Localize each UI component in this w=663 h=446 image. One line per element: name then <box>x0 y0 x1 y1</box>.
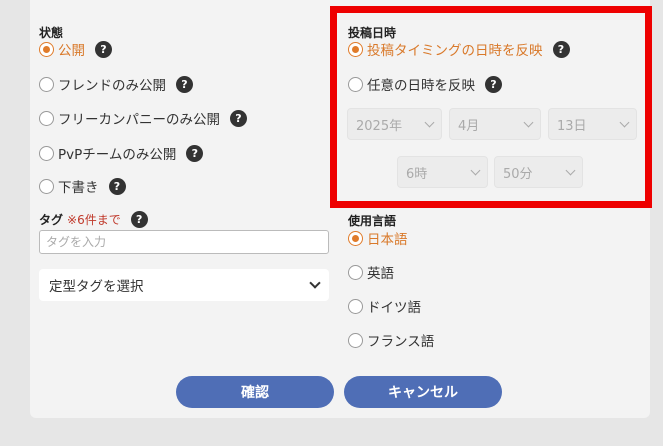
preset-tag-select[interactable]: 定型タグを選択 <box>39 269 329 301</box>
tag-label: タグ <box>39 213 64 227</box>
status-option-public[interactable]: 公開 ? <box>39 38 112 60</box>
radio-icon[interactable] <box>39 76 54 92</box>
tag-input[interactable] <box>39 230 329 254</box>
highlight-box <box>330 6 652 208</box>
cancel-button[interactable]: キャンセル <box>344 376 502 408</box>
radio-icon[interactable] <box>348 264 363 280</box>
help-icon[interactable]: ? <box>130 211 148 228</box>
help-icon[interactable]: ? <box>108 177 126 195</box>
help-icon[interactable]: ? <box>95 40 112 58</box>
status-option-pvp-team[interactable]: PvPチームのみ公開 ? <box>39 142 204 164</box>
status-option-label: PvPチームのみ公開 <box>58 147 177 163</box>
status-option-label: 下書き <box>58 180 99 196</box>
language-option-label: フランス語 <box>367 334 435 350</box>
confirm-button[interactable]: 確認 <box>176 376 334 408</box>
tag-label-row: タグ ※6件まで ? <box>39 211 148 228</box>
preset-tag-select-label: 定型タグを選択 <box>49 279 144 295</box>
language-option-label: ドイツ語 <box>367 300 421 316</box>
tag-limit-note: ※6件まで <box>67 213 121 227</box>
status-option-draft[interactable]: 下書き ? <box>39 175 126 197</box>
help-icon[interactable]: ? <box>186 144 204 162</box>
chevron-down-icon <box>309 277 321 289</box>
language-option-german[interactable]: ドイツ語 <box>348 295 421 317</box>
radio-checked-icon[interactable] <box>348 230 363 246</box>
radio-icon[interactable] <box>39 178 54 194</box>
status-option-friends[interactable]: フレンドのみ公開 ? <box>39 73 193 95</box>
language-option-label: 日本語 <box>367 232 408 248</box>
language-option-french[interactable]: フランス語 <box>348 329 434 351</box>
help-icon[interactable]: ? <box>230 109 247 127</box>
status-option-label: フレンドのみ公開 <box>58 78 166 94</box>
radio-icon[interactable] <box>348 298 363 314</box>
radio-checked-icon[interactable] <box>39 41 54 57</box>
status-option-label: 公開 <box>58 43 85 59</box>
language-option-label: 英語 <box>367 266 394 282</box>
status-option-free-company[interactable]: フリーカンパニーのみ公開 ? <box>39 107 247 129</box>
language-option-english[interactable]: 英語 <box>348 261 394 283</box>
help-icon[interactable]: ? <box>176 75 193 93</box>
radio-icon[interactable] <box>39 110 54 126</box>
radio-icon[interactable] <box>348 332 363 348</box>
radio-icon[interactable] <box>39 145 54 161</box>
status-option-label: フリーカンパニーのみ公開 <box>58 112 220 128</box>
language-option-japanese[interactable]: 日本語 <box>348 227 408 249</box>
